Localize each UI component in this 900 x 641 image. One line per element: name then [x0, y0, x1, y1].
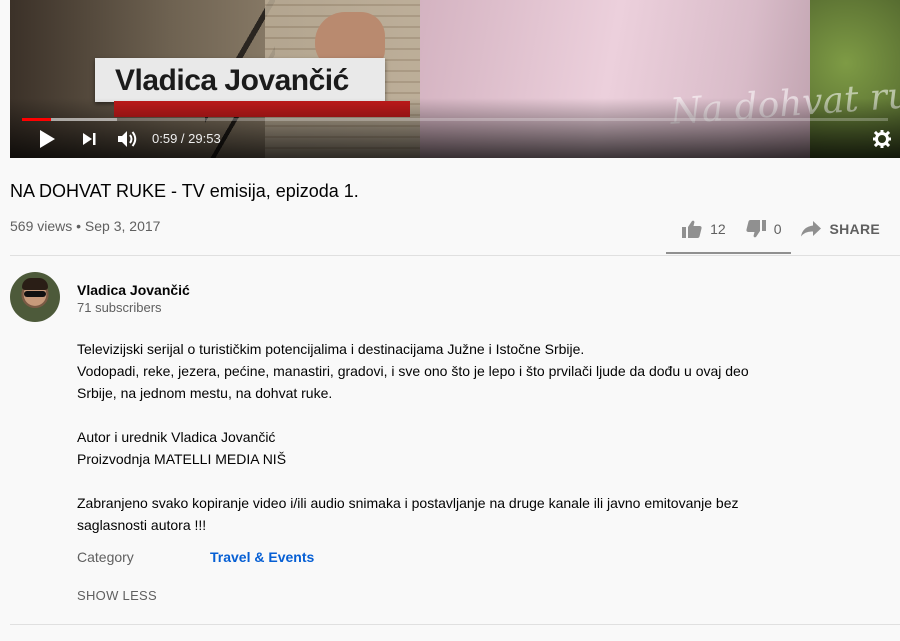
channel-avatar[interactable] [10, 272, 60, 322]
volume-icon [118, 131, 137, 147]
video-actions: 12 0 SHARE [662, 214, 880, 244]
video-player[interactable]: Vladica Jovančić Na dohvat ruke 0:59 / 2… [10, 0, 900, 158]
next-icon [83, 133, 96, 145]
like-button[interactable]: 12 [682, 220, 726, 238]
show-less-button[interactable]: SHOW LESS [77, 588, 157, 603]
time-display: 0:59 / 29:53 [152, 131, 221, 146]
subscriber-count: 71 subscribers [77, 300, 162, 315]
description-paragraph: Zabranjeno svako kopiranje video i/ili a… [77, 495, 739, 533]
channel-name[interactable]: Vladica Jovančić [77, 282, 190, 298]
settings-button[interactable] [870, 128, 894, 150]
category-label: Category [77, 549, 134, 565]
description-divider [10, 624, 900, 625]
settings-icon [873, 130, 891, 148]
avatar-hair [22, 278, 48, 290]
description-paragraph: Televizijski serijal o turističkim poten… [77, 341, 749, 401]
dislike-count: 0 [773, 221, 782, 237]
progress-played [22, 118, 51, 121]
lower-third-name: Vladica Jovančić [115, 64, 349, 97]
thumbs-down-icon [746, 220, 766, 238]
volume-button[interactable] [114, 128, 142, 150]
lower-third-caption: Vladica Jovančić [95, 58, 385, 102]
video-title: NA DOHVAT RUKE - TV emisija, epizoda 1. [10, 181, 359, 201]
share-icon [801, 221, 822, 237]
share-label: SHARE [829, 221, 880, 237]
share-button[interactable]: SHARE [801, 221, 880, 237]
play-button[interactable] [34, 128, 60, 150]
category-link[interactable]: Travel & Events [210, 549, 314, 565]
thumbs-up-icon [682, 220, 702, 238]
title-divider [10, 255, 900, 256]
play-icon [40, 130, 55, 148]
controls-gradient [10, 98, 900, 158]
sentiment-bar [666, 252, 791, 254]
like-count: 12 [710, 221, 726, 237]
avatar-glasses [24, 291, 46, 297]
description-paragraph: Autor i urednik Vladica Jovančić Proizvo… [77, 429, 287, 467]
progress-bar[interactable] [22, 118, 888, 121]
video-description: Televizijski serijal o turističkim poten… [77, 338, 757, 536]
next-button[interactable] [76, 128, 102, 150]
video-views-date: 569 views • Sep 3, 2017 [10, 218, 161, 234]
dislike-button[interactable]: 0 [746, 220, 782, 238]
